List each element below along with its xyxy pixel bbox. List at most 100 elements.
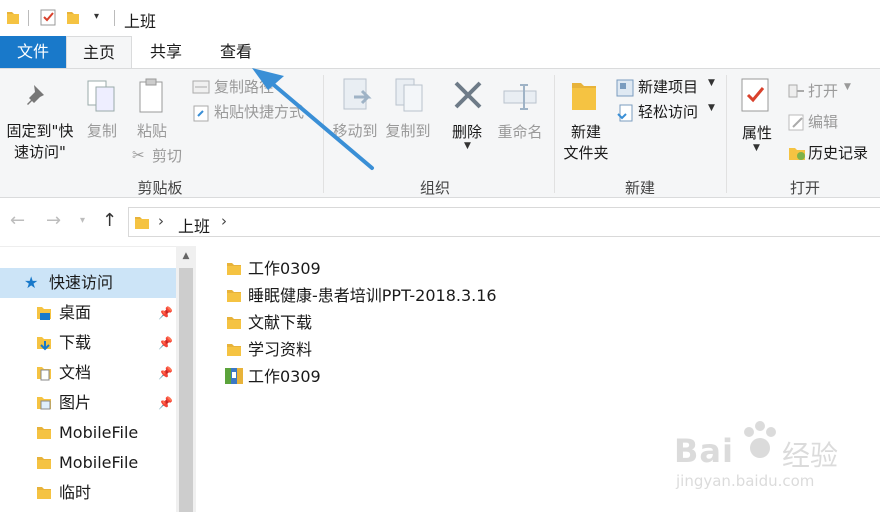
folder-icon — [227, 317, 241, 329]
paste-button[interactable]: 粘贴 — [130, 69, 174, 149]
breadcrumb-current[interactable]: 上班 — [178, 213, 210, 237]
nav-item-label: 下载 — [59, 333, 92, 352]
nav-item-quick-access[interactable]: ★ 快速访问 — [0, 268, 176, 298]
annotation-arrow — [252, 68, 374, 170]
copy-to-icon — [395, 78, 423, 112]
forward-arrow-icon[interactable]: → — [46, 210, 61, 231]
copy-path-icon — [192, 80, 210, 94]
ribbon-tabs: 文件 主页 共享 查看 — [0, 36, 880, 69]
paste-shortcut-icon — [193, 105, 209, 122]
file-name: 睡眠健康-患者培训PPT-2018.3.16 — [248, 286, 497, 305]
nav-item-temp[interactable]: 临时 — [0, 478, 176, 508]
new-folder-label-line1: 新建 — [570, 123, 601, 141]
baidu-jingyan-watermark: Bai 经验 jingyan.baidu.com — [672, 420, 872, 510]
file-name: 工作0309 — [248, 367, 321, 386]
delete-label: 删除 — [451, 123, 482, 141]
cut-label: 剪切 — [152, 147, 183, 165]
customize-toolbar-chevron-icon[interactable]: ▾ — [94, 11, 99, 22]
properties-dropdown-icon[interactable]: ▼ — [753, 143, 760, 153]
star-icon: ★ — [24, 273, 39, 292]
nav-item-mobilefile-1[interactable]: MobileFile — [0, 418, 176, 448]
new-folder-button[interactable]: 新建 文件夹 — [558, 69, 614, 169]
scroll-up-arrow-icon[interactable]: ▲ — [176, 246, 196, 266]
pin-icon[interactable]: 📌 — [158, 388, 173, 418]
edit-pencil-icon — [788, 114, 804, 131]
title-bar: ▾ 上班 — [0, 0, 880, 36]
nav-item-desktop[interactable]: 桌面 📌 — [0, 298, 176, 328]
paw-icon — [744, 421, 776, 458]
pin-icon — [27, 85, 44, 105]
new-folder-label-line2: 文件夹 — [563, 144, 609, 162]
pin-icon[interactable]: 📌 — [158, 328, 173, 358]
copy-icon — [87, 80, 115, 112]
easy-access-button[interactable]: 轻松访问 ▼ — [614, 102, 722, 124]
rename-icon — [503, 84, 537, 110]
nav-item-label: 快速访问 — [49, 273, 114, 292]
history-button[interactable]: 历史记录 — [786, 143, 880, 165]
watermark-brand-left: Bai — [674, 432, 734, 470]
properties-label: 属性 — [741, 124, 772, 142]
nav-item-label: 图片 — [59, 393, 92, 412]
folder-icon — [135, 217, 149, 229]
pin-icon[interactable]: 📌 — [158, 298, 173, 328]
window-title: 上班 — [124, 12, 157, 31]
nav-item-downloads[interactable]: 下载 📌 — [0, 328, 176, 358]
open-dropdown-icon: ▼ — [844, 82, 851, 92]
recent-locations-chevron-icon[interactable]: ▾ — [80, 215, 85, 226]
new-folder-icon[interactable] — [66, 9, 80, 25]
nav-item-label: 文档 — [59, 363, 92, 382]
file-name: 文献下载 — [248, 313, 313, 332]
cut-button[interactable]: ✂ 剪切 — [130, 146, 200, 168]
edit-button[interactable]: 编辑 — [786, 112, 876, 134]
folder-icon — [227, 290, 241, 302]
easy-access-label: 轻松访问 — [638, 103, 699, 121]
properties-icon — [741, 78, 769, 112]
back-arrow-icon[interactable]: ← — [10, 210, 25, 231]
paste-label: 粘贴 — [136, 122, 167, 140]
tab-home[interactable]: 主页 — [66, 36, 132, 69]
properties-button[interactable]: 属性 ▼ — [734, 69, 780, 169]
desktop-folder-icon — [37, 307, 51, 320]
organize-group-label: 组织 — [419, 179, 450, 197]
pin-icon[interactable]: 📌 — [158, 358, 173, 388]
tab-share[interactable]: 共享 — [138, 36, 194, 68]
tab-file[interactable]: 文件 — [0, 36, 66, 68]
address-bar[interactable]: › 上班 › — [128, 207, 880, 237]
properties-checkbox-icon[interactable] — [40, 9, 56, 26]
downloads-folder-icon — [37, 337, 51, 351]
open-label: 打开 — [808, 82, 839, 100]
nav-item-documents[interactable]: 文档 📌 — [0, 358, 176, 388]
nav-item-pictures[interactable]: 图片 📌 — [0, 388, 176, 418]
delete-dropdown-icon[interactable]: ▼ — [464, 141, 471, 151]
pin-label-line1: 固定到"快 — [6, 122, 74, 140]
pictures-folder-icon — [37, 397, 51, 410]
history-label: 历史记录 — [808, 144, 869, 162]
nav-item-label: 桌面 — [59, 303, 92, 322]
nav-pane-scrollbar[interactable]: ▲ — [176, 246, 196, 512]
clipboard-group-label: 剪贴板 — [137, 179, 183, 197]
copy-button[interactable]: 复制 — [84, 69, 120, 149]
folder-icon — [37, 427, 51, 439]
new-item-button[interactable]: 新建项目 ▼ — [614, 77, 722, 99]
nav-item-mobilefile-2[interactable]: MobileFile — [0, 448, 176, 478]
ribbon: 固定到"快 速访问" 复制 粘贴 复制路径 粘贴快捷方式 ✂ 剪切 剪贴板 移动… — [0, 68, 880, 198]
navigation-pane: ★ 快速访问 桌面 📌 下载 📌 文档 📌 图片 📌 MobileFile Mo… — [0, 246, 196, 512]
pin-to-quick-access-button[interactable]: 固定到"快 速访问" — [0, 69, 90, 169]
history-icon — [789, 148, 805, 160]
rename-label: 重命名 — [497, 123, 543, 141]
delete-x-icon — [454, 81, 482, 109]
archive-icon — [225, 368, 243, 384]
breadcrumb-chevron-icon[interactable]: › — [221, 212, 227, 230]
up-arrow-icon[interactable]: ↑ — [102, 210, 117, 231]
easy-access-dropdown-icon: ▼ — [708, 103, 715, 113]
scrollbar-thumb[interactable] — [179, 268, 193, 512]
folder-icon — [227, 263, 241, 275]
new-folder-icon — [572, 83, 596, 110]
easy-access-icon — [617, 104, 633, 122]
breadcrumb-chevron-icon[interactable]: › — [158, 212, 164, 230]
delete-button[interactable]: 删除 ▼ — [446, 69, 488, 159]
scissors-icon: ✂ — [132, 146, 145, 164]
open-button[interactable]: 打开 ▼ — [786, 81, 876, 103]
rename-button[interactable]: 重命名 — [494, 69, 546, 159]
watermark-url: jingyan.baidu.com — [676, 472, 815, 490]
